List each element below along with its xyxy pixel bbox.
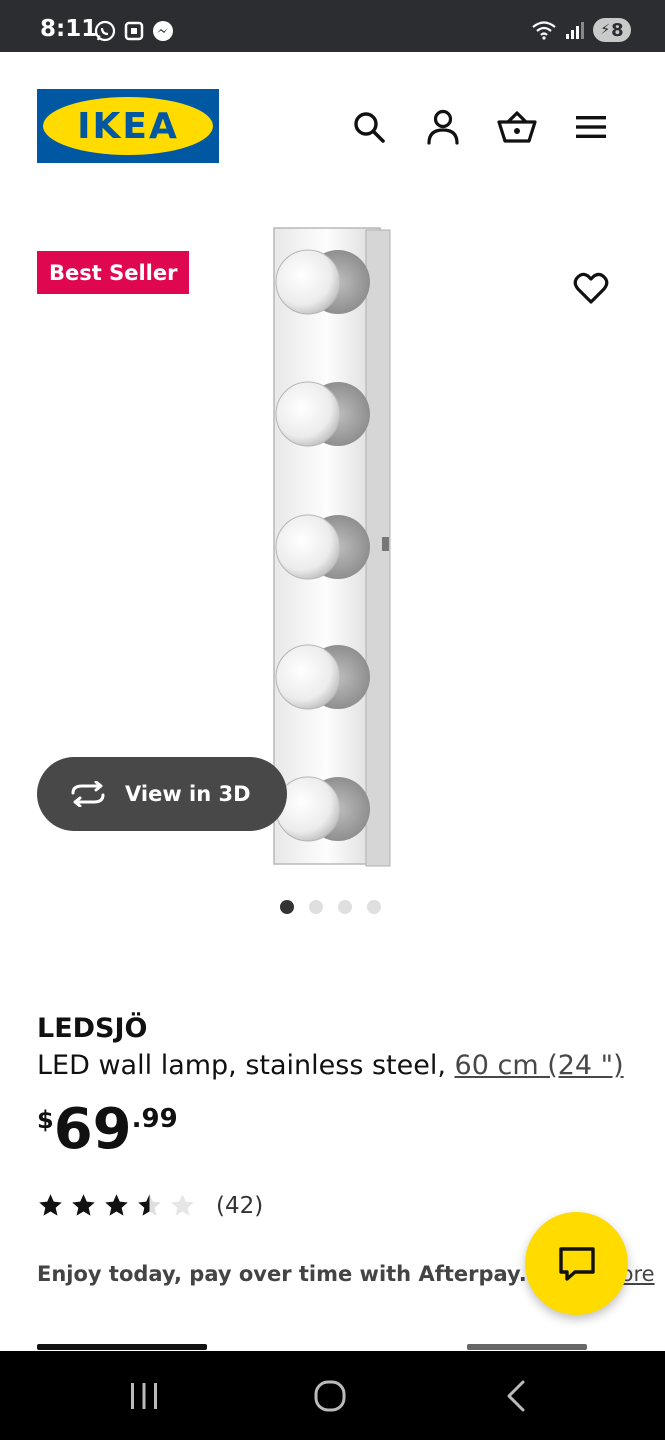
- chat-button[interactable]: [525, 1212, 628, 1315]
- empty-star-icon: [171, 1194, 194, 1216]
- gallery-dot-3[interactable]: [338, 900, 352, 914]
- search-icon[interactable]: [349, 107, 389, 147]
- star-icon: [105, 1194, 128, 1216]
- signal-icon: [566, 22, 584, 39]
- ikea-logo[interactable]: IKEA: [37, 89, 219, 163]
- best-seller-badge: Best Seller: [37, 251, 190, 294]
- status-notification-icons: [94, 20, 174, 42]
- afterpay-text: Enjoy today, pay over time with Afterpay…: [37, 1262, 527, 1286]
- status-time: 8:11: [40, 16, 98, 42]
- view-in-3d-label: View in 3D: [125, 782, 251, 806]
- product-price: $ 69 .99: [37, 1098, 178, 1162]
- rotate-3d-icon: [71, 781, 105, 807]
- gallery-pagination: [280, 900, 381, 914]
- half-star-icon: [138, 1194, 161, 1216]
- product-image[interactable]: [260, 222, 410, 872]
- site-header: IKEA: [0, 52, 665, 202]
- system-navigation-bar: [0, 1351, 665, 1440]
- star-icon: [72, 1194, 95, 1216]
- favorite-heart-icon[interactable]: [571, 268, 611, 308]
- product-description-text: LED wall lamp, stainless steel,: [37, 1050, 455, 1081]
- product-size-link[interactable]: 60 cm (24 "): [455, 1050, 624, 1081]
- chat-icon: [558, 1246, 595, 1281]
- whatsapp-icon: [94, 20, 116, 42]
- view-in-3d-button[interactable]: View in 3D: [37, 757, 287, 831]
- messenger-icon: [153, 21, 173, 41]
- star-icon: [39, 1194, 62, 1216]
- recent-apps-icon[interactable]: [114, 1371, 174, 1421]
- cart-icon[interactable]: [497, 107, 537, 147]
- price-integer: 69: [53, 1097, 132, 1162]
- battery-charging-icon: ⚡ 8: [593, 18, 631, 42]
- gallery-dot-1[interactable]: [280, 900, 294, 914]
- wifi-icon: [532, 21, 556, 40]
- gallery-dot-2[interactable]: [309, 900, 323, 914]
- gallery-dot-4[interactable]: [367, 900, 381, 914]
- product-rating[interactable]: (42): [37, 1192, 263, 1219]
- product-name: LEDSJÖ: [37, 1013, 148, 1044]
- next-section-link-fragment: [467, 1344, 587, 1350]
- price-decimal: .99: [131, 1104, 178, 1134]
- back-icon[interactable]: [486, 1371, 546, 1421]
- logo-oval: IKEA: [43, 97, 213, 155]
- calendar-icon: [124, 21, 144, 41]
- home-icon[interactable]: [300, 1371, 360, 1421]
- menu-icon[interactable]: [571, 107, 611, 147]
- status-system-icons: ⚡ 8: [531, 18, 631, 42]
- product-description: LED wall lamp, stainless steel, 60 cm (2…: [37, 1050, 624, 1081]
- review-count: (42): [216, 1192, 264, 1219]
- battery-level: 8: [611, 19, 624, 41]
- price-currency: $: [37, 1106, 54, 1134]
- next-section-heading: [37, 1340, 637, 1350]
- logo-text: IKEA: [77, 105, 179, 147]
- next-section-heading-fragment: [37, 1344, 207, 1350]
- user-icon[interactable]: [423, 107, 463, 147]
- status-bar: 8:11 ⚡ 8: [0, 0, 665, 52]
